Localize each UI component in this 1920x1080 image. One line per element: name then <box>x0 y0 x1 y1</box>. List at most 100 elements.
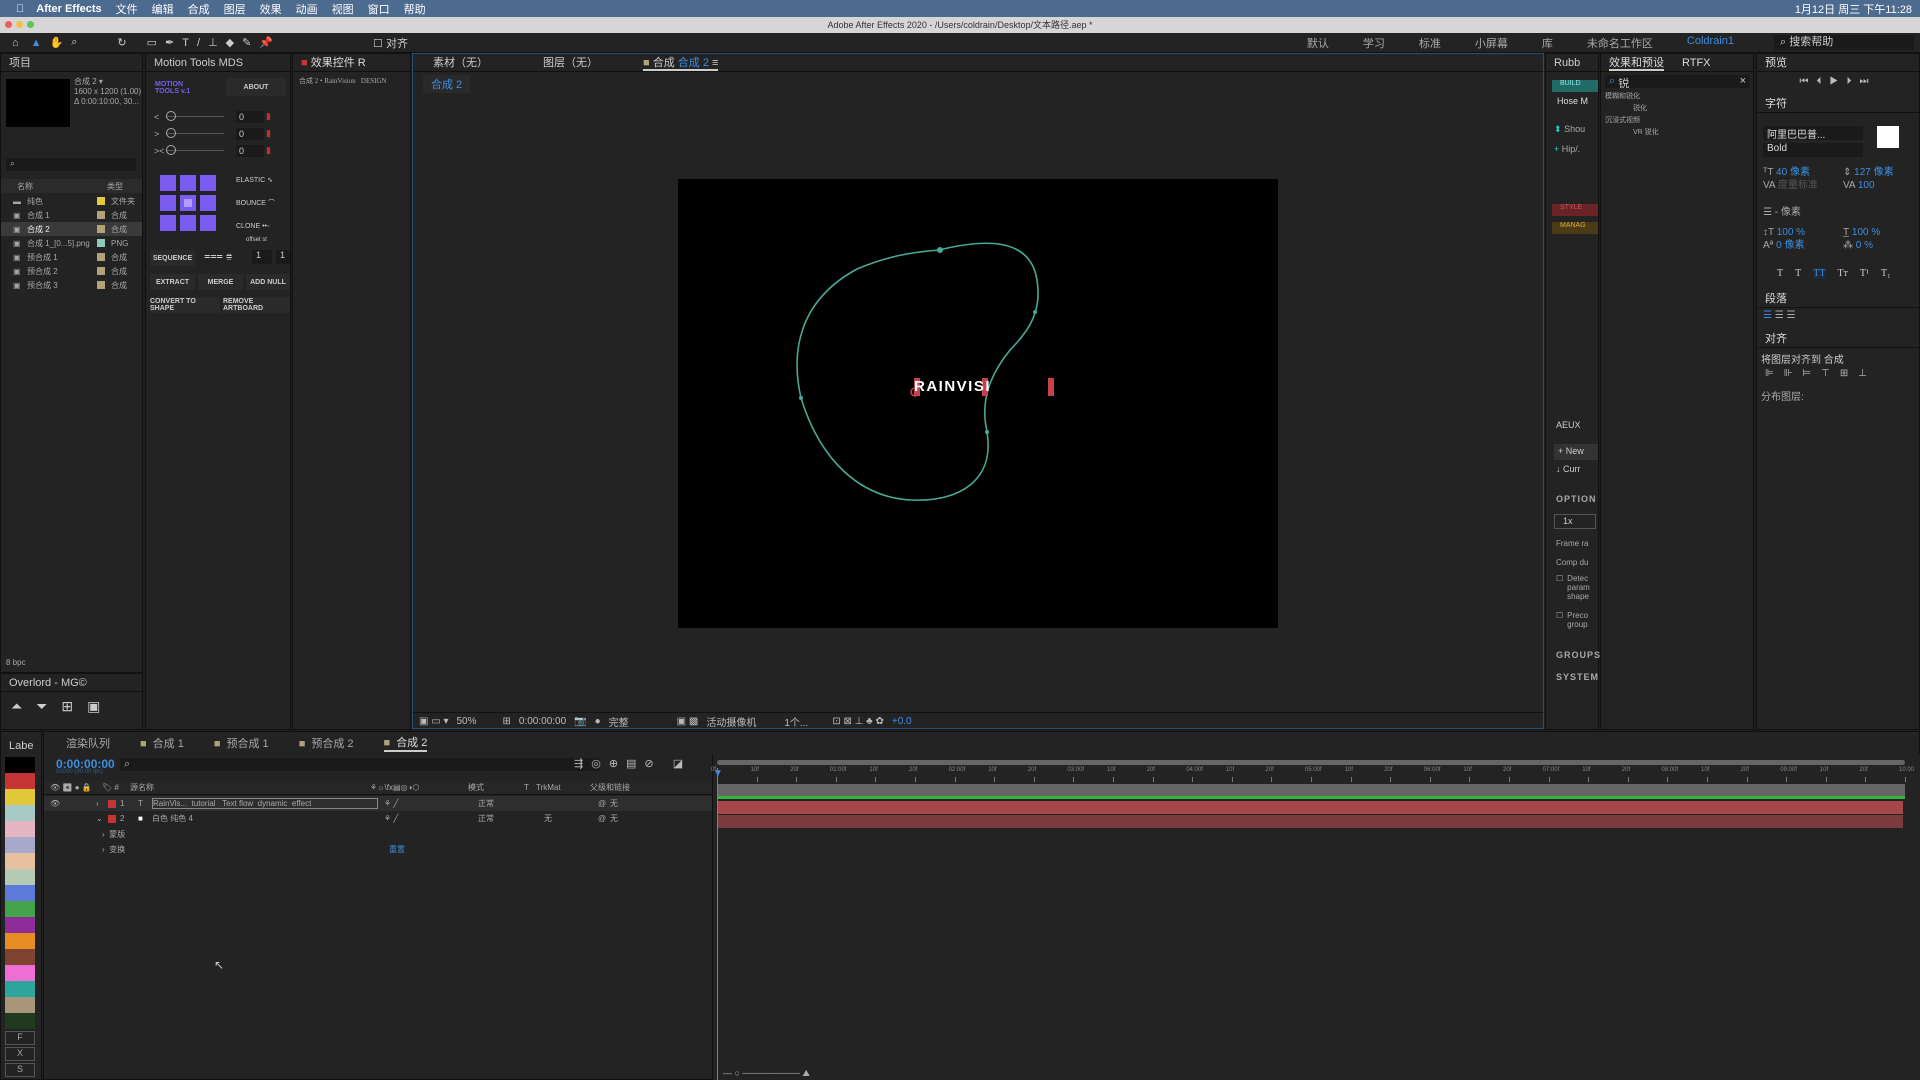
column-mode[interactable]: 模式 <box>468 782 524 793</box>
anchor-cell[interactable] <box>180 215 196 231</box>
label-color[interactable] <box>5 949 35 965</box>
build-button[interactable]: BUILD <box>1552 80 1598 92</box>
label-color-swatch[interactable] <box>97 253 105 261</box>
slider-knob[interactable] <box>166 111 176 121</box>
layer-name[interactable]: RainVis... tutorial Text flow dynamic ef… <box>152 798 378 809</box>
pickwhip-icon[interactable]: @ <box>598 814 610 823</box>
clear-search-icon[interactable]: × <box>1740 75 1746 88</box>
timeline-tab[interactable]: ■ 预合成 1 <box>214 735 269 751</box>
project-item[interactable]: ▣ 合成 1_[0...5].png PNG <box>1 236 142 250</box>
workspace-learn[interactable]: 学习 <box>1363 35 1385 51</box>
label-filter-button[interactable]: X <box>5 1047 35 1061</box>
label-color-swatch[interactable] <box>97 211 105 219</box>
aeux-new-button[interactable]: + New <box>1554 444 1598 460</box>
zoom-button[interactable] <box>27 21 34 28</box>
keyframe-icon[interactable]: ▮ <box>266 145 271 156</box>
playhead[interactable] <box>717 768 718 1080</box>
canvas-text[interactable]: RAINVISI <box>914 378 991 395</box>
align-buttons[interactable]: ⊫⊪⊨⊤⊞⊥ <box>1765 368 1877 379</box>
vertical-scale-value[interactable]: 100 % <box>1777 227 1805 238</box>
zoom-dropdown[interactable]: 50% <box>456 716 476 727</box>
push-down-icon[interactable]: ⏷ <box>36 698 47 715</box>
hip-item[interactable]: + Hip/. <box>1554 144 1580 154</box>
trkmat-dropdown[interactable]: 无 <box>544 813 598 824</box>
horizontal-scale-value[interactable]: 100 % <box>1852 227 1880 238</box>
label-color-swatch[interactable] <box>97 281 105 289</box>
timeline-tab[interactable]: ■ 合成 1 <box>140 735 184 751</box>
label-color[interactable] <box>5 837 35 853</box>
label-color[interactable] <box>5 997 35 1013</box>
reset-link[interactable]: 重置 <box>389 844 405 855</box>
layer-row[interactable]: 👁 › 1 T RainVis... tutorial Text flow dynami… <box>44 796 712 811</box>
label-color-swatch[interactable] <box>97 197 105 205</box>
tab-composition[interactable]: ■ 合成 合成 2 ≡ <box>643 54 719 71</box>
slider-value[interactable]: 0 <box>236 144 264 157</box>
preview-icons[interactable]: ▣ ▭ ▾ <box>419 716 448 727</box>
pen-tool-icon[interactable]: ✒ <box>165 36 174 49</box>
stroke-width-value[interactable]: - 像素 <box>1775 207 1801 218</box>
safe-zone-icon[interactable]: ⊞ <box>503 716 511 727</box>
layer-label-color[interactable] <box>108 799 116 808</box>
project-item[interactable]: ▣ 预合成 2 合成 <box>1 264 142 278</box>
layer-name[interactable]: 白色 纯色 4 <box>152 813 378 824</box>
stamp-tool-icon[interactable]: ⊥ <box>208 36 218 49</box>
sequence-order-icons[interactable]: ⩶ ⩷ <box>204 250 232 263</box>
effect-category[interactable]: 模糊和锐化 <box>1605 91 1753 103</box>
column-trkmat[interactable]: TrkMat <box>536 783 590 792</box>
keyframe-icon[interactable]: ▮ <box>266 128 271 139</box>
fill-color-swatch[interactable] <box>1877 126 1899 148</box>
about-button[interactable]: ABOUT <box>226 78 286 96</box>
effect-controls-tab[interactable]: ■ 效果控件 R <box>293 54 410 72</box>
menu-effect[interactable]: 效果 <box>260 1 282 17</box>
project-item[interactable]: ▣ 合成 1 合成 <box>1 208 142 222</box>
scale-dropdown[interactable]: 1x <box>1554 514 1596 529</box>
menu-edit[interactable]: 编辑 <box>152 1 174 17</box>
workspace-small-screen[interactable]: 小屏幕 <box>1475 35 1508 51</box>
keyframe-icon[interactable]: ▮ <box>266 111 271 122</box>
menu-layer[interactable]: 图层 <box>224 1 246 17</box>
work-area-bar[interactable] <box>717 784 1905 796</box>
parent-dropdown[interactable]: 无 <box>610 813 618 824</box>
kerning-value[interactable]: 度量标准 <box>1778 180 1818 191</box>
rubb-tab[interactable]: Rubb <box>1546 54 1598 72</box>
transform-property[interactable]: › 变换 <box>102 842 125 857</box>
effect-item[interactable]: 锐化 <box>1605 103 1753 115</box>
label-filter-button[interactable]: S <box>5 1063 35 1077</box>
apple-icon[interactable]:  <box>16 3 24 15</box>
workspace-untitled[interactable]: 未命名工作区 <box>1587 35 1653 51</box>
hand-tool-icon[interactable]: ✋ <box>50 36 64 49</box>
label-color[interactable] <box>5 981 35 997</box>
label-color[interactable] <box>5 805 35 821</box>
close-button[interactable] <box>5 21 12 28</box>
anchor-cell[interactable] <box>160 215 176 231</box>
anchor-cell[interactable] <box>180 195 196 211</box>
effect-item[interactable]: VR 锐化 <box>1605 127 1753 139</box>
tracking-value[interactable]: 100 <box>1858 180 1875 191</box>
resolution-dropdown[interactable]: 完整 <box>609 714 669 729</box>
column-parent[interactable]: 父级和链接 <box>590 782 630 793</box>
expand-icon[interactable]: › <box>96 799 104 808</box>
label-color[interactable] <box>5 1013 35 1029</box>
remove-artboard-button[interactable]: REMOVE ARTBOARD <box>223 297 290 313</box>
menu-animation[interactable]: 动画 <box>296 1 318 17</box>
roto-tool-icon[interactable]: ✎ <box>242 36 251 49</box>
workspace-default[interactable]: 默认 <box>1307 35 1329 51</box>
menu-file[interactable]: 文件 <box>116 1 138 17</box>
masks-property[interactable]: › 蒙版 <box>102 827 125 842</box>
style-button[interactable]: STYLE <box>1552 204 1598 216</box>
time-navigator-bar[interactable] <box>717 760 1905 765</box>
text-style-button[interactable]: Tт <box>1837 268 1847 279</box>
project-item[interactable]: ▬ 纯色 文件夹 <box>1 194 142 208</box>
easing-slider[interactable] <box>166 111 224 121</box>
menu-window[interactable]: 窗口 <box>368 1 390 17</box>
hose-field[interactable]: Hose M <box>1552 96 1598 106</box>
baseline-shift-value[interactable]: 0 像素 <box>1776 240 1804 251</box>
workspace-library[interactable]: 库 <box>1542 35 1553 51</box>
tab-layer[interactable]: 图层（无） <box>543 54 643 71</box>
workspace-coldrain1[interactable]: Coldrain1 <box>1687 35 1734 51</box>
manage-button[interactable]: MANAG <box>1552 222 1598 234</box>
comp-canvas[interactable] <box>678 179 1278 628</box>
region-icon[interactable]: ▣ ▩ <box>677 716 699 727</box>
label-color-swatch[interactable] <box>97 267 105 275</box>
comp-breadcrumb[interactable]: 合成 2 <box>423 75 471 93</box>
